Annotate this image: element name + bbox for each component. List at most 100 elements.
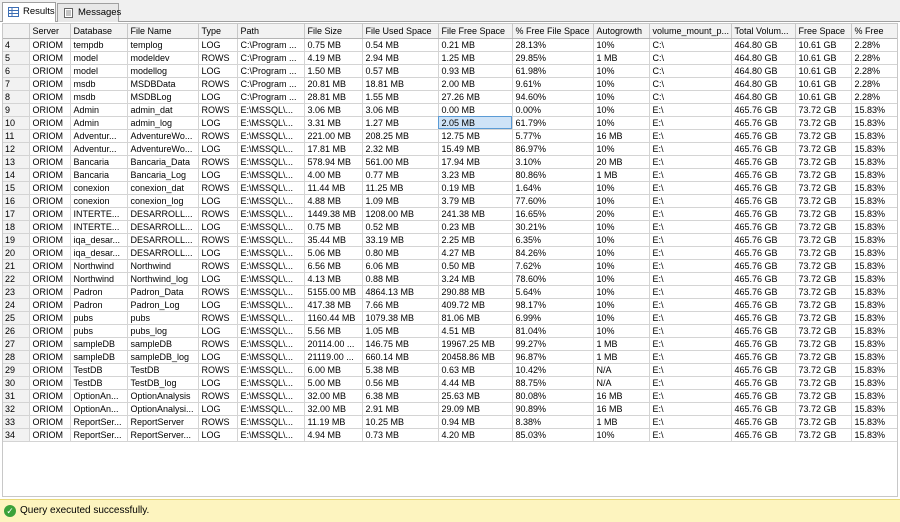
table-row[interactable]: 28 ORIOM sampleDB sampleDB_log LOG E:\MSSQL\.… xyxy=(3,350,897,364)
grid-cell[interactable]: 73.72 GB xyxy=(795,207,852,221)
grid-cell[interactable]: 465.76 GB xyxy=(731,181,796,195)
grid-cell[interactable]: 28.81 MB xyxy=(304,90,363,104)
grid-cell[interactable]: 7.62% xyxy=(512,259,594,273)
grid-cell[interactable]: N/A xyxy=(593,376,650,390)
grid-cell[interactable]: ORIOM xyxy=(29,298,71,312)
grid-cell[interactable]: 35.44 MB xyxy=(304,233,363,247)
grid-cell[interactable]: LOG xyxy=(198,246,238,260)
grid-cell[interactable]: E:\MSSQL\... xyxy=(237,233,305,247)
grid-cell[interactable]: 15.83% xyxy=(851,337,897,351)
grid-cell[interactable]: 2.28% xyxy=(851,90,897,104)
grid-cell[interactable]: LOG xyxy=(198,428,238,442)
grid-cell[interactable]: 10% xyxy=(593,233,650,247)
grid-cell[interactable]: tempdb xyxy=(70,38,128,52)
grid-cell[interactable]: 10.61 GB xyxy=(795,38,852,52)
grid-cell[interactable]: 0.52 MB xyxy=(362,220,439,234)
grid-cell[interactable]: 465.76 GB xyxy=(731,220,796,234)
grid-cell[interactable]: ORIOM xyxy=(29,363,71,377)
grid-cell[interactable]: 290.88 MB xyxy=(438,285,513,299)
table-row[interactable]: 8 ORIOM msdb MSDBLog LOG C:\Program ... 28.81 … xyxy=(3,90,897,104)
grid-cell[interactable]: 15.83% xyxy=(851,402,897,416)
grid-cell[interactable]: 11.25 MB xyxy=(362,181,439,195)
column-header[interactable]: Free Space xyxy=(795,24,852,39)
grid-cell[interactable]: 10.42% xyxy=(512,363,594,377)
table-row[interactable]: 9 ORIOM Admin admin_dat ROWS E:\MSSQL\... 3.06… xyxy=(3,103,897,117)
grid-cell[interactable]: 15.83% xyxy=(851,103,897,117)
grid-cell[interactable]: 10% xyxy=(593,285,650,299)
grid-cell[interactable]: E:\MSSQL\... xyxy=(237,142,305,156)
grid-cell[interactable]: DESARROLL... xyxy=(127,246,199,260)
grid-cell[interactable]: ORIOM xyxy=(29,194,71,208)
grid-cell[interactable]: ORIOM xyxy=(29,116,71,130)
grid-cell[interactable]: 73.72 GB xyxy=(795,129,852,143)
column-header[interactable]: % Free xyxy=(851,24,897,39)
grid-cell[interactable]: 5.56 MB xyxy=(304,324,363,338)
row-number-cell[interactable]: 26 xyxy=(3,324,30,338)
grid-cell[interactable]: 6.38 MB xyxy=(362,389,439,403)
grid-cell[interactable]: 5.77% xyxy=(512,129,594,143)
grid-cell[interactable]: C:\Program ... xyxy=(237,51,305,65)
grid-cell[interactable]: 3.23 MB xyxy=(438,168,513,182)
grid-cell[interactable]: 15.83% xyxy=(851,207,897,221)
grid-cell[interactable]: E:\ xyxy=(649,363,732,377)
table-row[interactable]: 7 ORIOM msdb MSDBData ROWS C:\Program ... 20.8… xyxy=(3,77,897,91)
grid-cell[interactable]: ORIOM xyxy=(29,428,71,442)
grid-cell[interactable]: 465.76 GB xyxy=(731,415,796,429)
grid-cell[interactable]: 0.94 MB xyxy=(438,415,513,429)
grid-cell[interactable]: 16 MB xyxy=(593,402,650,416)
row-number-cell[interactable]: 7 xyxy=(3,77,30,91)
grid-cell[interactable]: 0.56 MB xyxy=(362,376,439,390)
grid-cell[interactable]: E:\ xyxy=(649,389,732,403)
grid-cell[interactable]: Admin xyxy=(70,103,128,117)
grid-cell[interactable]: 4.27 MB xyxy=(438,246,513,260)
grid-cell[interactable]: OptionAnalysis xyxy=(127,389,199,403)
grid-cell[interactable]: LOG xyxy=(198,220,238,234)
grid-cell[interactable]: TestDB xyxy=(70,376,128,390)
grid-cell[interactable]: 2.05 MB xyxy=(438,116,513,130)
row-number-cell[interactable]: 10 xyxy=(3,116,30,130)
grid-cell[interactable]: 73.72 GB xyxy=(795,311,852,325)
grid-cell[interactable]: ORIOM xyxy=(29,285,71,299)
grid-cell[interactable]: 16 MB xyxy=(593,389,650,403)
grid-cell[interactable]: 561.00 MB xyxy=(362,155,439,169)
grid-cell[interactable]: 1.27 MB xyxy=(362,116,439,130)
grid-cell[interactable]: 15.83% xyxy=(851,116,897,130)
grid-cell[interactable]: 98.17% xyxy=(512,298,594,312)
grid-cell[interactable]: 4.00 MB xyxy=(304,168,363,182)
grid-cell[interactable]: 4.88 MB xyxy=(304,194,363,208)
grid-cell[interactable]: E:\ xyxy=(649,181,732,195)
grid-cell[interactable]: 73.72 GB xyxy=(795,168,852,182)
grid-cell[interactable]: 16 MB xyxy=(593,129,650,143)
row-number-cell[interactable]: 17 xyxy=(3,207,30,221)
grid-cell[interactable]: 15.83% xyxy=(851,350,897,364)
grid-cell[interactable]: ROWS xyxy=(198,233,238,247)
grid-cell[interactable]: E:\MSSQL\... xyxy=(237,389,305,403)
grid-cell[interactable]: Padron_Log xyxy=(127,298,199,312)
grid-cell[interactable]: E:\ xyxy=(649,402,732,416)
grid-cell[interactable]: 15.83% xyxy=(851,363,897,377)
grid-cell[interactable]: C:\Program ... xyxy=(237,77,305,91)
grid-cell[interactable]: E:\MSSQL\... xyxy=(237,337,305,351)
grid-cell[interactable]: 1 MB xyxy=(593,415,650,429)
table-row[interactable]: 5 ORIOM model modeldev ROWS C:\Program ... 4.1… xyxy=(3,51,897,65)
grid-cell[interactable]: 73.72 GB xyxy=(795,389,852,403)
grid-cell[interactable]: MSDBData xyxy=(127,77,199,91)
grid-cell[interactable]: 5.00 MB xyxy=(304,376,363,390)
grid-cell[interactable]: 10% xyxy=(593,77,650,91)
grid-cell[interactable]: ORIOM xyxy=(29,51,71,65)
results-grid[interactable]: Server Database File Name Type Path File Size… xyxy=(2,23,898,497)
grid-cell[interactable]: C:\Program ... xyxy=(237,64,305,78)
grid-cell[interactable]: 465.76 GB xyxy=(731,259,796,273)
grid-cell[interactable]: E:\MSSQL\... xyxy=(237,376,305,390)
column-header[interactable]: File Size xyxy=(304,24,363,39)
grid-cell[interactable]: LOG xyxy=(198,350,238,364)
grid-cell[interactable]: 15.83% xyxy=(851,389,897,403)
grid-cell[interactable]: LOG xyxy=(198,38,238,52)
grid-cell[interactable]: INTERTE... xyxy=(70,207,128,221)
grid-cell[interactable]: 73.72 GB xyxy=(795,155,852,169)
column-header[interactable]: File Name xyxy=(127,24,199,39)
column-header[interactable]: Database xyxy=(70,24,128,39)
grid-cell[interactable]: 73.72 GB xyxy=(795,402,852,416)
grid-cell[interactable]: 10% xyxy=(593,259,650,273)
grid-cell[interactable]: 2.28% xyxy=(851,77,897,91)
